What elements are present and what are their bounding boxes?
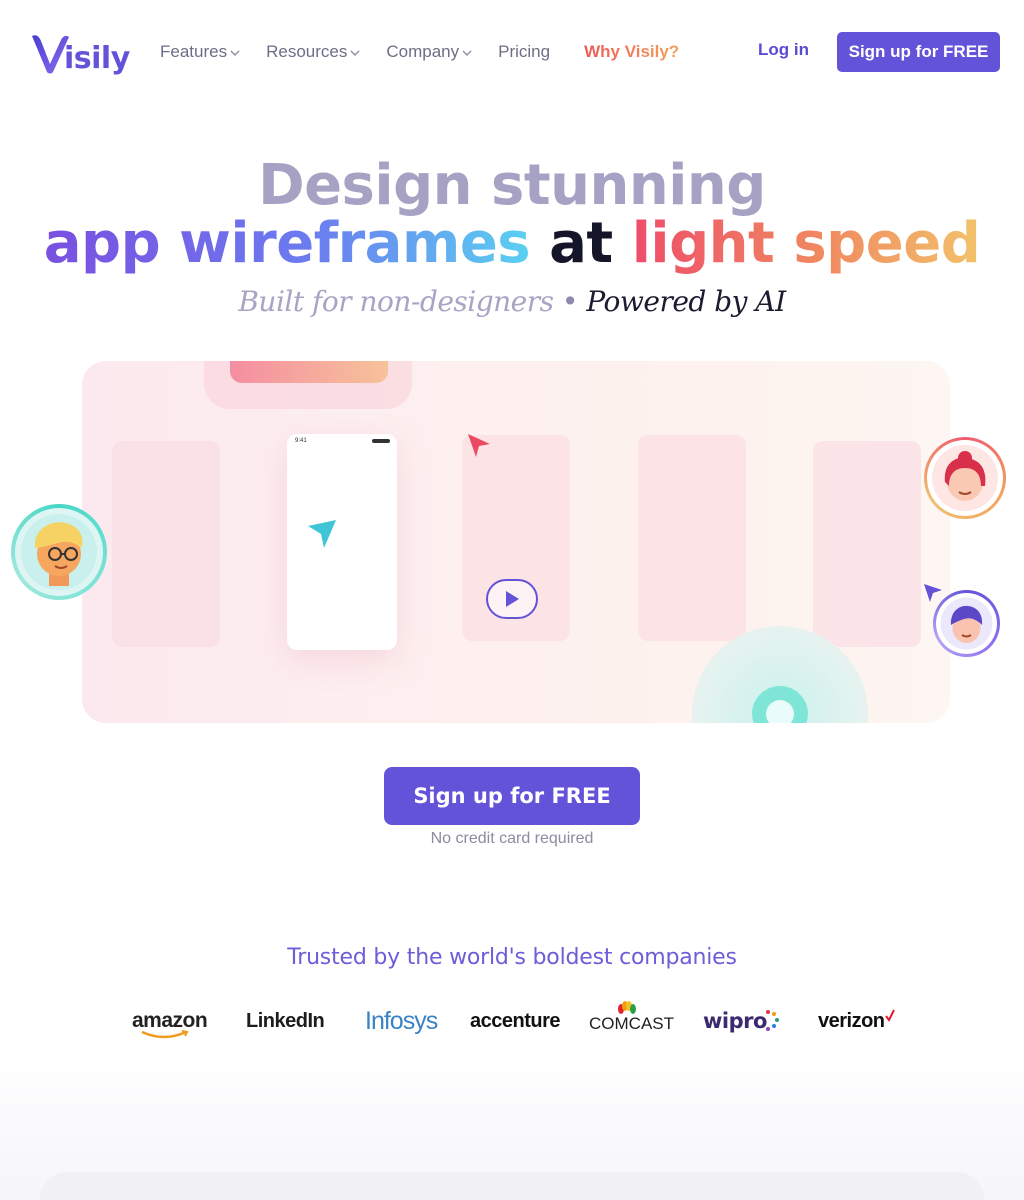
avatar-illustration (927, 440, 1003, 516)
avatar-illustration (936, 593, 997, 654)
hero-headline-line2: app wireframes at light speed (0, 212, 1024, 276)
verizon-logo: verizon (818, 1004, 895, 1038)
linkedin-logo: LinkedIn (246, 1004, 325, 1038)
infosys-wordmark: Infosys (365, 1006, 438, 1035)
play-button[interactable] (486, 579, 538, 619)
signup-button-hero[interactable]: Sign up for FREE (384, 767, 640, 825)
teal-cursor-icon (308, 520, 336, 548)
company-logos: amazon LinkedIn Infosys accenture COMCAS… (0, 996, 1024, 1046)
signup-button-header[interactable]: Sign up for FREE (837, 32, 1000, 72)
nav-company[interactable]: Company (386, 40, 472, 64)
hero-highlight-speed: light speed (631, 211, 981, 276)
nav-features-label: Features (160, 42, 228, 61)
next-section-edge (40, 1172, 984, 1200)
phone-mockup: 9:41 (287, 434, 397, 650)
amazon-wordmark: amazon (132, 1009, 208, 1032)
avatar-red-hair (924, 437, 1006, 519)
accenture-logo: accenture (470, 1004, 561, 1038)
nav-pricing-label: Pricing (498, 42, 551, 61)
wireframe-card (813, 441, 921, 647)
wipro-dots-icon (765, 1010, 779, 1031)
verizon-wordmark: verizon (818, 1009, 885, 1032)
hero-highlight-wireframes: app wireframes (43, 211, 531, 276)
nav-features[interactable]: Features (160, 40, 240, 64)
nav-why-visily[interactable]: Why Visily? (584, 40, 679, 64)
nbc-peacock-icon (618, 1001, 636, 1014)
accenture-wordmark: accenture (470, 1009, 561, 1032)
no-credit-card-note: No credit card required (430, 830, 594, 847)
decorative-dot-inner (766, 700, 794, 723)
hero-tagline: Built for non-designers • Powered by AI (0, 284, 1024, 320)
nav-resources-label: Resources (266, 42, 348, 61)
tagline-non-designers: Built for non-designers (238, 285, 554, 318)
tagline-separator: • (561, 285, 579, 318)
linkedin-wordmark: LinkedIn (246, 1009, 325, 1032)
nav-pricing[interactable]: Pricing (498, 40, 550, 64)
red-cursor-icon (468, 434, 490, 457)
phone-status-icons (372, 439, 390, 443)
avatar-illustration (15, 508, 103, 596)
nav-company-label: Company (386, 42, 460, 61)
logo-wordmark: isily (64, 41, 130, 76)
wipro-wordmark: wipro (703, 1009, 767, 1033)
decorative-bar (230, 361, 388, 383)
nav-links: Features Resources Company Pricing Why V… (160, 40, 705, 64)
wipro-logo: wipro (703, 1004, 779, 1038)
avatar-glasses (11, 504, 107, 600)
tagline-powered-by-ai: Powered by AI (586, 285, 786, 318)
amazon-logo: amazon (132, 1004, 208, 1039)
trusted-heading: Trusted by the world's boldest companies (287, 945, 737, 970)
chevron-down-icon (462, 50, 472, 56)
avatar-blue-hair (933, 590, 1000, 657)
hero-word-at: at (549, 211, 613, 276)
comcast-wordmark: COMCAST (589, 1014, 674, 1033)
play-icon (506, 591, 519, 607)
chevron-down-icon (350, 50, 360, 56)
product-video-preview[interactable]: 9:41 (82, 361, 950, 723)
infosys-logo: Infosys (365, 1004, 438, 1038)
amazon-smile-icon (141, 1030, 189, 1039)
visily-logo[interactable]: isily (30, 30, 130, 74)
verizon-check-icon (884, 1009, 895, 1022)
wireframe-card (112, 441, 220, 647)
comcast-logo: COMCAST (589, 1001, 674, 1038)
top-navigation: isily Features Resources Company Pricing… (0, 0, 1024, 104)
phone-status-time: 9:41 (295, 438, 307, 444)
chevron-down-icon (230, 50, 240, 56)
wireframe-card (638, 435, 746, 641)
hero-headline-line1: Design stunning (258, 153, 766, 218)
nav-resources[interactable]: Resources (266, 40, 360, 64)
login-link[interactable]: Log in (758, 40, 809, 60)
